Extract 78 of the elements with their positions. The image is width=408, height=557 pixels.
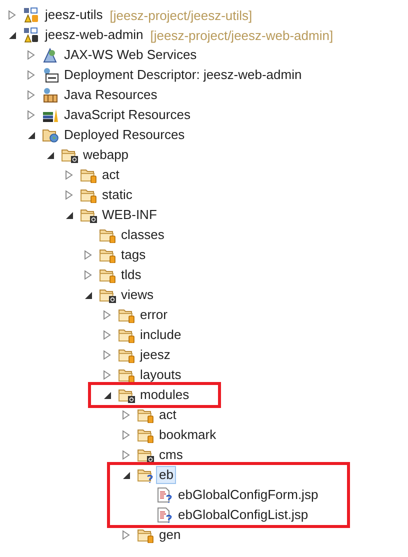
collapse-arrow-icon[interactable] [46, 152, 54, 158]
folder-icon [99, 267, 116, 283]
folder-icon [80, 207, 97, 223]
folder-icon [118, 367, 135, 383]
tree-item[interactable]: jeesz-web-admin [42, 26, 146, 44]
project-icon [23, 27, 40, 43]
folder-icon [80, 167, 97, 183]
project-path: [jeesz-project/jeesz-utils] [110, 8, 252, 22]
tree-item[interactable]: ebGlobalConfigForm.jsp [175, 486, 322, 504]
tree-item[interactable]: ebGlobalConfigList.jsp [175, 506, 312, 524]
folder-icon [80, 187, 97, 203]
tree-item[interactable]: Deployment Descriptor: jeesz-web-admin [61, 66, 305, 84]
expand-arrow-icon[interactable] [27, 90, 35, 100]
tree-item[interactable]: act [156, 406, 180, 424]
expand-arrow-icon[interactable] [122, 530, 130, 540]
collapse-arrow-icon[interactable] [122, 472, 130, 478]
tree-item[interactable]: WEB-INF [99, 206, 160, 224]
expand-arrow-icon[interactable] [27, 70, 35, 80]
package-icon [42, 87, 59, 103]
tree-item[interactable]: Deployed Resources [61, 126, 188, 144]
collapse-arrow-icon[interactable] [104, 392, 110, 398]
expand-arrow-icon[interactable] [65, 170, 73, 180]
tree-item[interactable]: include [137, 326, 184, 344]
project-icon [23, 7, 40, 23]
tree-item[interactable]: layouts [137, 366, 184, 384]
expand-arrow-icon[interactable] [84, 270, 92, 280]
tree-item[interactable]: Java Resources [61, 86, 160, 104]
tree-item[interactable]: JavaScript Resources [61, 106, 194, 124]
expand-arrow-icon[interactable] [103, 370, 111, 380]
tree-item[interactable]: jeesz-utils [42, 6, 106, 24]
expand-arrow-icon[interactable] [103, 310, 111, 320]
tree-item[interactable]: webapp [80, 146, 132, 164]
tree-item[interactable]: bookmark [156, 426, 220, 444]
folder-icon [99, 247, 116, 263]
tree-item[interactable]: tlds [118, 266, 144, 284]
folder-icon [118, 327, 135, 343]
project-path: [jeesz-project/jeesz-web-admin] [150, 28, 334, 42]
tree-item[interactable]: tags [118, 246, 149, 264]
folder-icon [137, 407, 154, 423]
descriptor-icon [42, 67, 59, 83]
tree-item[interactable]: modules [137, 386, 192, 404]
file-icon [156, 487, 173, 503]
file-icon [156, 507, 173, 523]
tree-item[interactable]: gen [156, 526, 184, 544]
expand-arrow-icon[interactable] [27, 50, 35, 60]
expand-arrow-icon[interactable] [27, 110, 35, 120]
folder-globe-icon [42, 127, 59, 143]
tree-item[interactable]: views [118, 286, 157, 304]
folder-icon [137, 447, 154, 463]
tree-item[interactable]: error [137, 306, 170, 324]
tree-item[interactable]: act [99, 166, 122, 184]
folder-icon [137, 527, 154, 543]
folder-icon [99, 227, 116, 243]
collapse-arrow-icon[interactable] [28, 132, 34, 138]
tree-item[interactable]: JAX-WS Web Services [61, 46, 200, 64]
expand-arrow-icon[interactable] [122, 410, 130, 420]
folder-icon [118, 307, 135, 323]
tree-item[interactable]: eb [156, 466, 176, 484]
tree-item[interactable]: jeesz [137, 346, 174, 364]
folder-icon [118, 387, 135, 403]
folder-icon [118, 347, 135, 363]
expand-arrow-icon[interactable] [8, 10, 16, 20]
tree-item[interactable]: cms [156, 446, 186, 464]
expand-arrow-icon[interactable] [103, 330, 111, 340]
folder-icon [99, 287, 116, 303]
collapse-arrow-icon[interactable] [84, 292, 92, 298]
folder-icon [137, 427, 154, 443]
tree-item[interactable]: static [99, 186, 136, 204]
folder-icon [61, 147, 78, 163]
collapse-arrow-icon[interactable] [8, 32, 16, 38]
collapse-arrow-icon[interactable] [66, 212, 72, 218]
expand-arrow-icon[interactable] [122, 450, 130, 460]
tree-item[interactable]: classes [118, 226, 168, 244]
expand-arrow-icon[interactable] [84, 250, 92, 260]
expand-arrow-icon[interactable] [122, 430, 130, 440]
folder-icon [137, 467, 154, 483]
expand-arrow-icon[interactable] [103, 350, 111, 360]
expand-arrow-icon[interactable] [65, 190, 73, 200]
